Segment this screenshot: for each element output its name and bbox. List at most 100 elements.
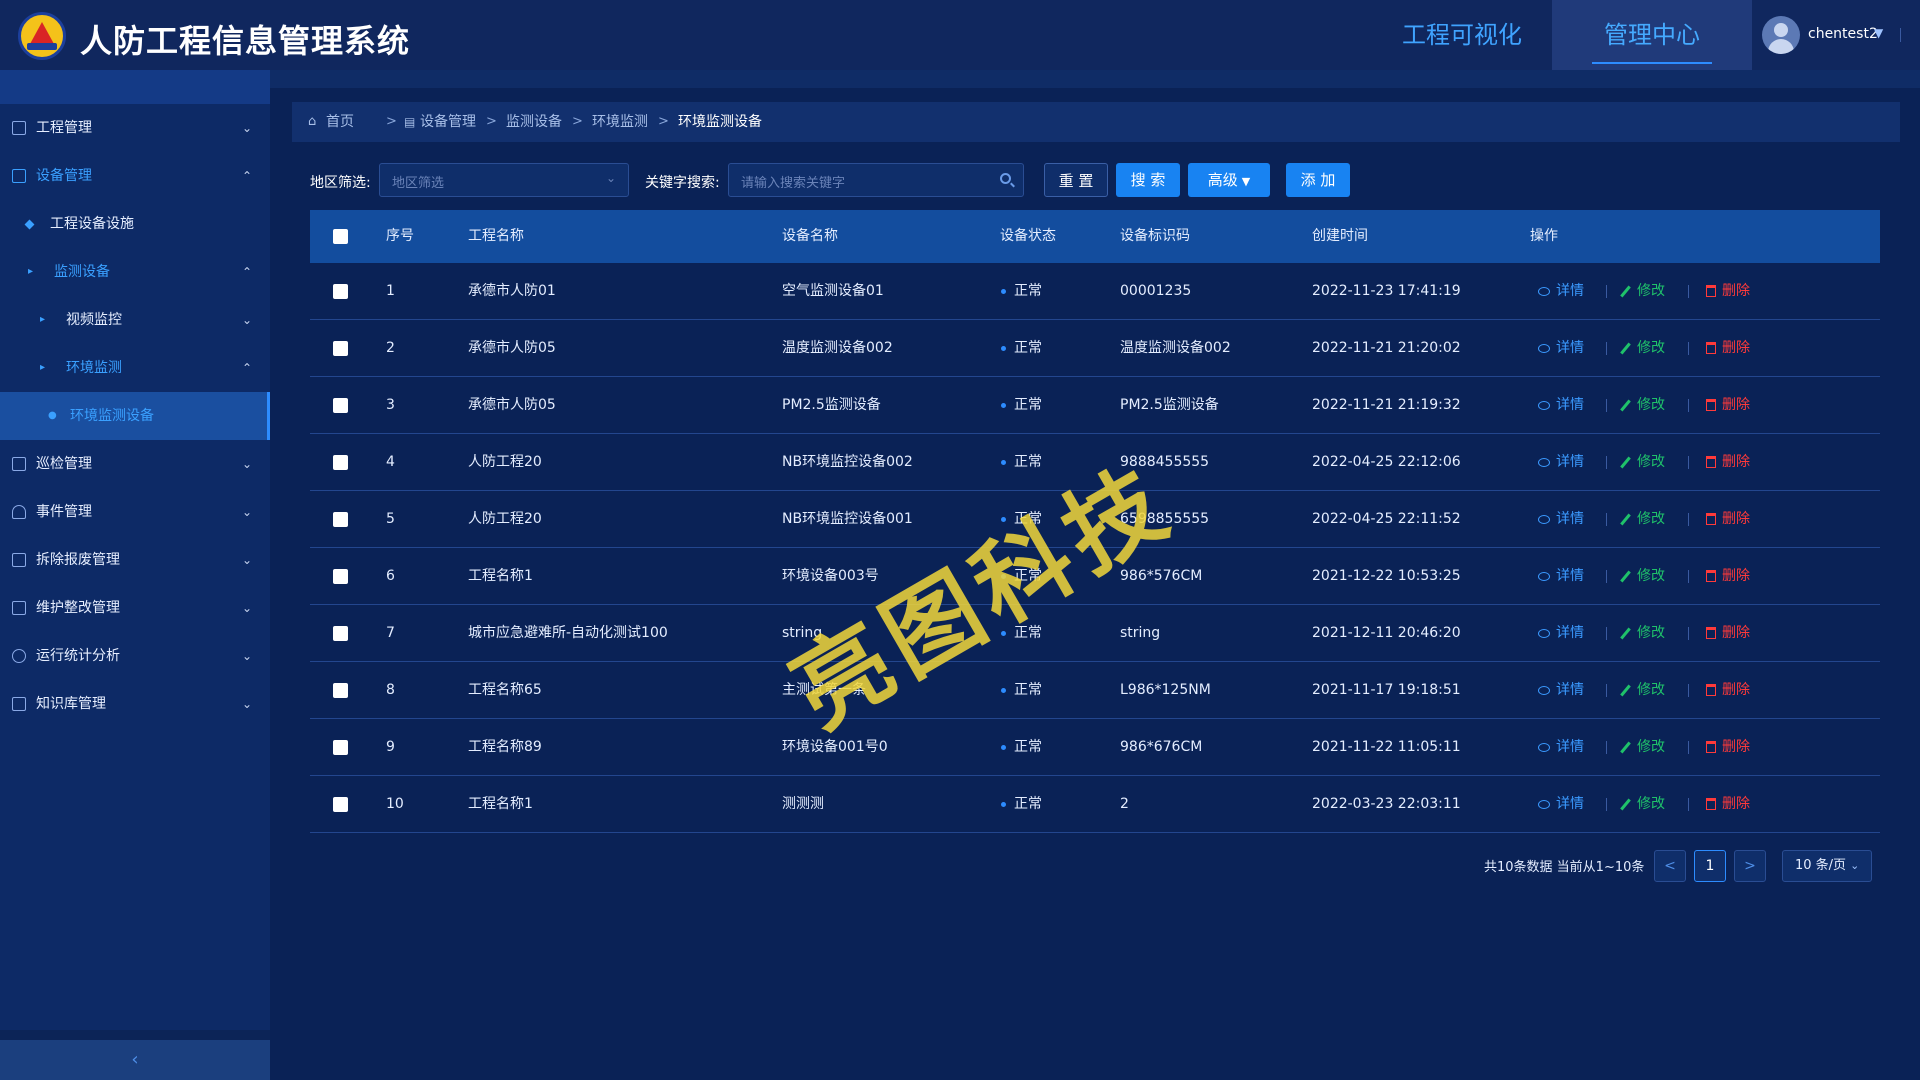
nav-management-center[interactable]: 管理中心 (1552, 0, 1752, 70)
edit-button[interactable]: 修改 (1620, 263, 1665, 320)
view-details-button[interactable]: 详情 (1538, 605, 1584, 662)
region-select[interactable]: 地区筛选 ⌄ (379, 163, 629, 197)
user-menu-caret-icon[interactable]: ▼ (1874, 26, 1883, 40)
sidebar-item-video-monitoring[interactable]: ▸ 视频监控 ⌄ (0, 296, 270, 344)
view-details-button[interactable]: 详情 (1538, 320, 1584, 377)
delete-button[interactable]: 删除 (1706, 434, 1750, 491)
sidebar-item-event-management[interactable]: 事件管理 ⌄ (0, 488, 270, 536)
delete-label: 删除 (1722, 340, 1750, 356)
edit-label: 修改 (1637, 568, 1665, 584)
edit-button[interactable]: 修改 (1620, 776, 1665, 833)
delete-button[interactable]: 删除 (1706, 263, 1750, 320)
row-checkbox[interactable] (333, 797, 348, 812)
view-details-button[interactable]: 详情 (1538, 548, 1584, 605)
delete-button[interactable]: 删除 (1706, 662, 1750, 719)
add-button[interactable]: 添 加 (1286, 163, 1350, 197)
pagination-page-1[interactable]: 1 (1694, 850, 1726, 882)
delete-button[interactable]: 删除 (1706, 719, 1750, 776)
sidebar-item-maintenance-management[interactable]: 维护整改管理 ⌄ (0, 584, 270, 632)
row-checkbox[interactable] (333, 626, 348, 641)
sidebar-item-label: 知识库管理 (36, 696, 106, 712)
row-checkbox[interactable] (333, 284, 348, 299)
table-row: 7 城市应急避难所-自动化测试100 string 正常 string 2021-12-1… (310, 605, 1880, 662)
triangle-right-icon: ▸ (28, 266, 34, 277)
keyword-search-input[interactable]: 请输入搜索关键字 (728, 163, 1024, 197)
sidebar-item-knowledge-base[interactable]: 知识库管理 ⌄ (0, 680, 270, 728)
col-header-actions: 操作 (1530, 228, 1558, 244)
pagination-prev-button[interactable]: < (1654, 850, 1686, 882)
nav-engineering-visualization[interactable]: 工程可视化 (1372, 0, 1552, 70)
edit-button[interactable]: 修改 (1620, 320, 1665, 377)
edit-button[interactable]: 修改 (1620, 548, 1665, 605)
edit-label: 修改 (1637, 340, 1665, 356)
sidebar-item-project-management[interactable]: 工程管理 ⌄ (0, 104, 270, 152)
view-details-button[interactable]: 详情 (1538, 263, 1584, 320)
search-button[interactable]: 搜 索 (1116, 163, 1180, 197)
action-divider (1688, 798, 1689, 811)
cell-project: 承德市人防01 (468, 283, 556, 299)
reset-button[interactable]: 重 置 (1044, 163, 1108, 197)
keyword-label: 关键字搜索: (645, 175, 720, 191)
select-all-checkbox[interactable] (333, 229, 348, 244)
delete-button[interactable]: 删除 (1706, 377, 1750, 434)
view-details-button[interactable]: 详情 (1538, 719, 1584, 776)
user-name[interactable]: chentest2 (1808, 26, 1878, 42)
row-checkbox[interactable] (333, 740, 348, 755)
sidebar-item-environment-monitoring[interactable]: ▸ 环境监测 ⌃ (0, 344, 270, 392)
chevron-down-icon: ⌄ (605, 171, 616, 185)
sidebar: 工程管理 ⌄ 设备管理 ⌃ 工程设备设施 ▸ 监测设备 ⌃ ▸ 视频监控 ⌄ ▸… (0, 70, 270, 1080)
cell-device: NB环境监控设备001 (782, 511, 913, 527)
edit-button[interactable]: 修改 (1620, 491, 1665, 548)
pencil-icon (1620, 798, 1631, 810)
user-avatar[interactable] (1762, 16, 1800, 54)
sidebar-item-label: 环境监测 (66, 360, 122, 376)
row-checkbox[interactable] (333, 341, 348, 356)
edit-button[interactable]: 修改 (1620, 662, 1665, 719)
delete-label: 删除 (1722, 625, 1750, 641)
sidebar-item-label: 监测设备 (54, 264, 110, 280)
view-label: 详情 (1556, 568, 1584, 584)
edit-button[interactable]: 修改 (1620, 434, 1665, 491)
view-details-button[interactable]: 详情 (1538, 662, 1584, 719)
view-details-button[interactable]: 详情 (1538, 434, 1584, 491)
view-details-button[interactable]: 详情 (1538, 776, 1584, 833)
active-nav-underline (1592, 62, 1712, 64)
cell-code: 00001235 (1120, 283, 1192, 299)
breadcrumb-environment-monitoring[interactable]: 环境监测 (592, 102, 648, 142)
delete-button[interactable]: 删除 (1706, 605, 1750, 662)
row-checkbox[interactable] (333, 683, 348, 698)
advanced-button[interactable]: 高级 ▼ (1188, 163, 1270, 197)
row-checkbox[interactable] (333, 512, 348, 527)
sidebar-item-monitoring-devices[interactable]: ▸ 监测设备 ⌃ (0, 248, 270, 296)
view-label: 详情 (1556, 739, 1584, 755)
row-checkbox[interactable] (333, 455, 348, 470)
row-checkbox[interactable] (333, 398, 348, 413)
delete-button[interactable]: 删除 (1706, 776, 1750, 833)
delete-button[interactable]: 删除 (1706, 491, 1750, 548)
edit-button[interactable]: 修改 (1620, 605, 1665, 662)
view-details-button[interactable]: 详情 (1538, 491, 1584, 548)
table-row: 3 承德市人防05 PM2.5监测设备 正常 PM2.5监测设备 2022-11-21 2… (310, 377, 1880, 434)
edit-button[interactable]: 修改 (1620, 377, 1665, 434)
delete-label: 删除 (1722, 568, 1750, 584)
sidebar-item-demolition-management[interactable]: 拆除报废管理 ⌄ (0, 536, 270, 584)
pagination-next-button[interactable]: > (1734, 850, 1766, 882)
search-icon[interactable] (1000, 173, 1011, 184)
pencil-icon (1620, 456, 1631, 468)
sidebar-item-environment-monitoring-devices[interactable]: ● 环境监测设备 (0, 392, 270, 440)
page-size-select[interactable]: 10 条/页 ⌄ (1782, 850, 1872, 882)
view-details-button[interactable]: 详情 (1538, 377, 1584, 434)
delete-button[interactable]: 删除 (1706, 548, 1750, 605)
edit-button[interactable]: 修改 (1620, 719, 1665, 776)
sidebar-item-statistics-analysis[interactable]: 运行统计分析 ⌄ (0, 632, 270, 680)
sidebar-item-device-management[interactable]: 设备管理 ⌃ (0, 152, 270, 200)
sidebar-item-inspection-management[interactable]: 巡检管理 ⌄ (0, 440, 270, 488)
sidebar-item-engineering-facilities[interactable]: 工程设备设施 (0, 200, 270, 248)
row-checkbox[interactable] (333, 569, 348, 584)
breadcrumb-monitoring-devices[interactable]: 监测设备 (506, 102, 562, 142)
delete-button[interactable]: 删除 (1706, 320, 1750, 377)
breadcrumb-device-management[interactable]: 设备管理 (420, 102, 476, 142)
breadcrumb-home[interactable]: 首页 (326, 102, 354, 142)
sidebar-collapse-button[interactable]: ‹ (0, 1030, 270, 1080)
bullet-dot-icon: ● (48, 410, 57, 421)
